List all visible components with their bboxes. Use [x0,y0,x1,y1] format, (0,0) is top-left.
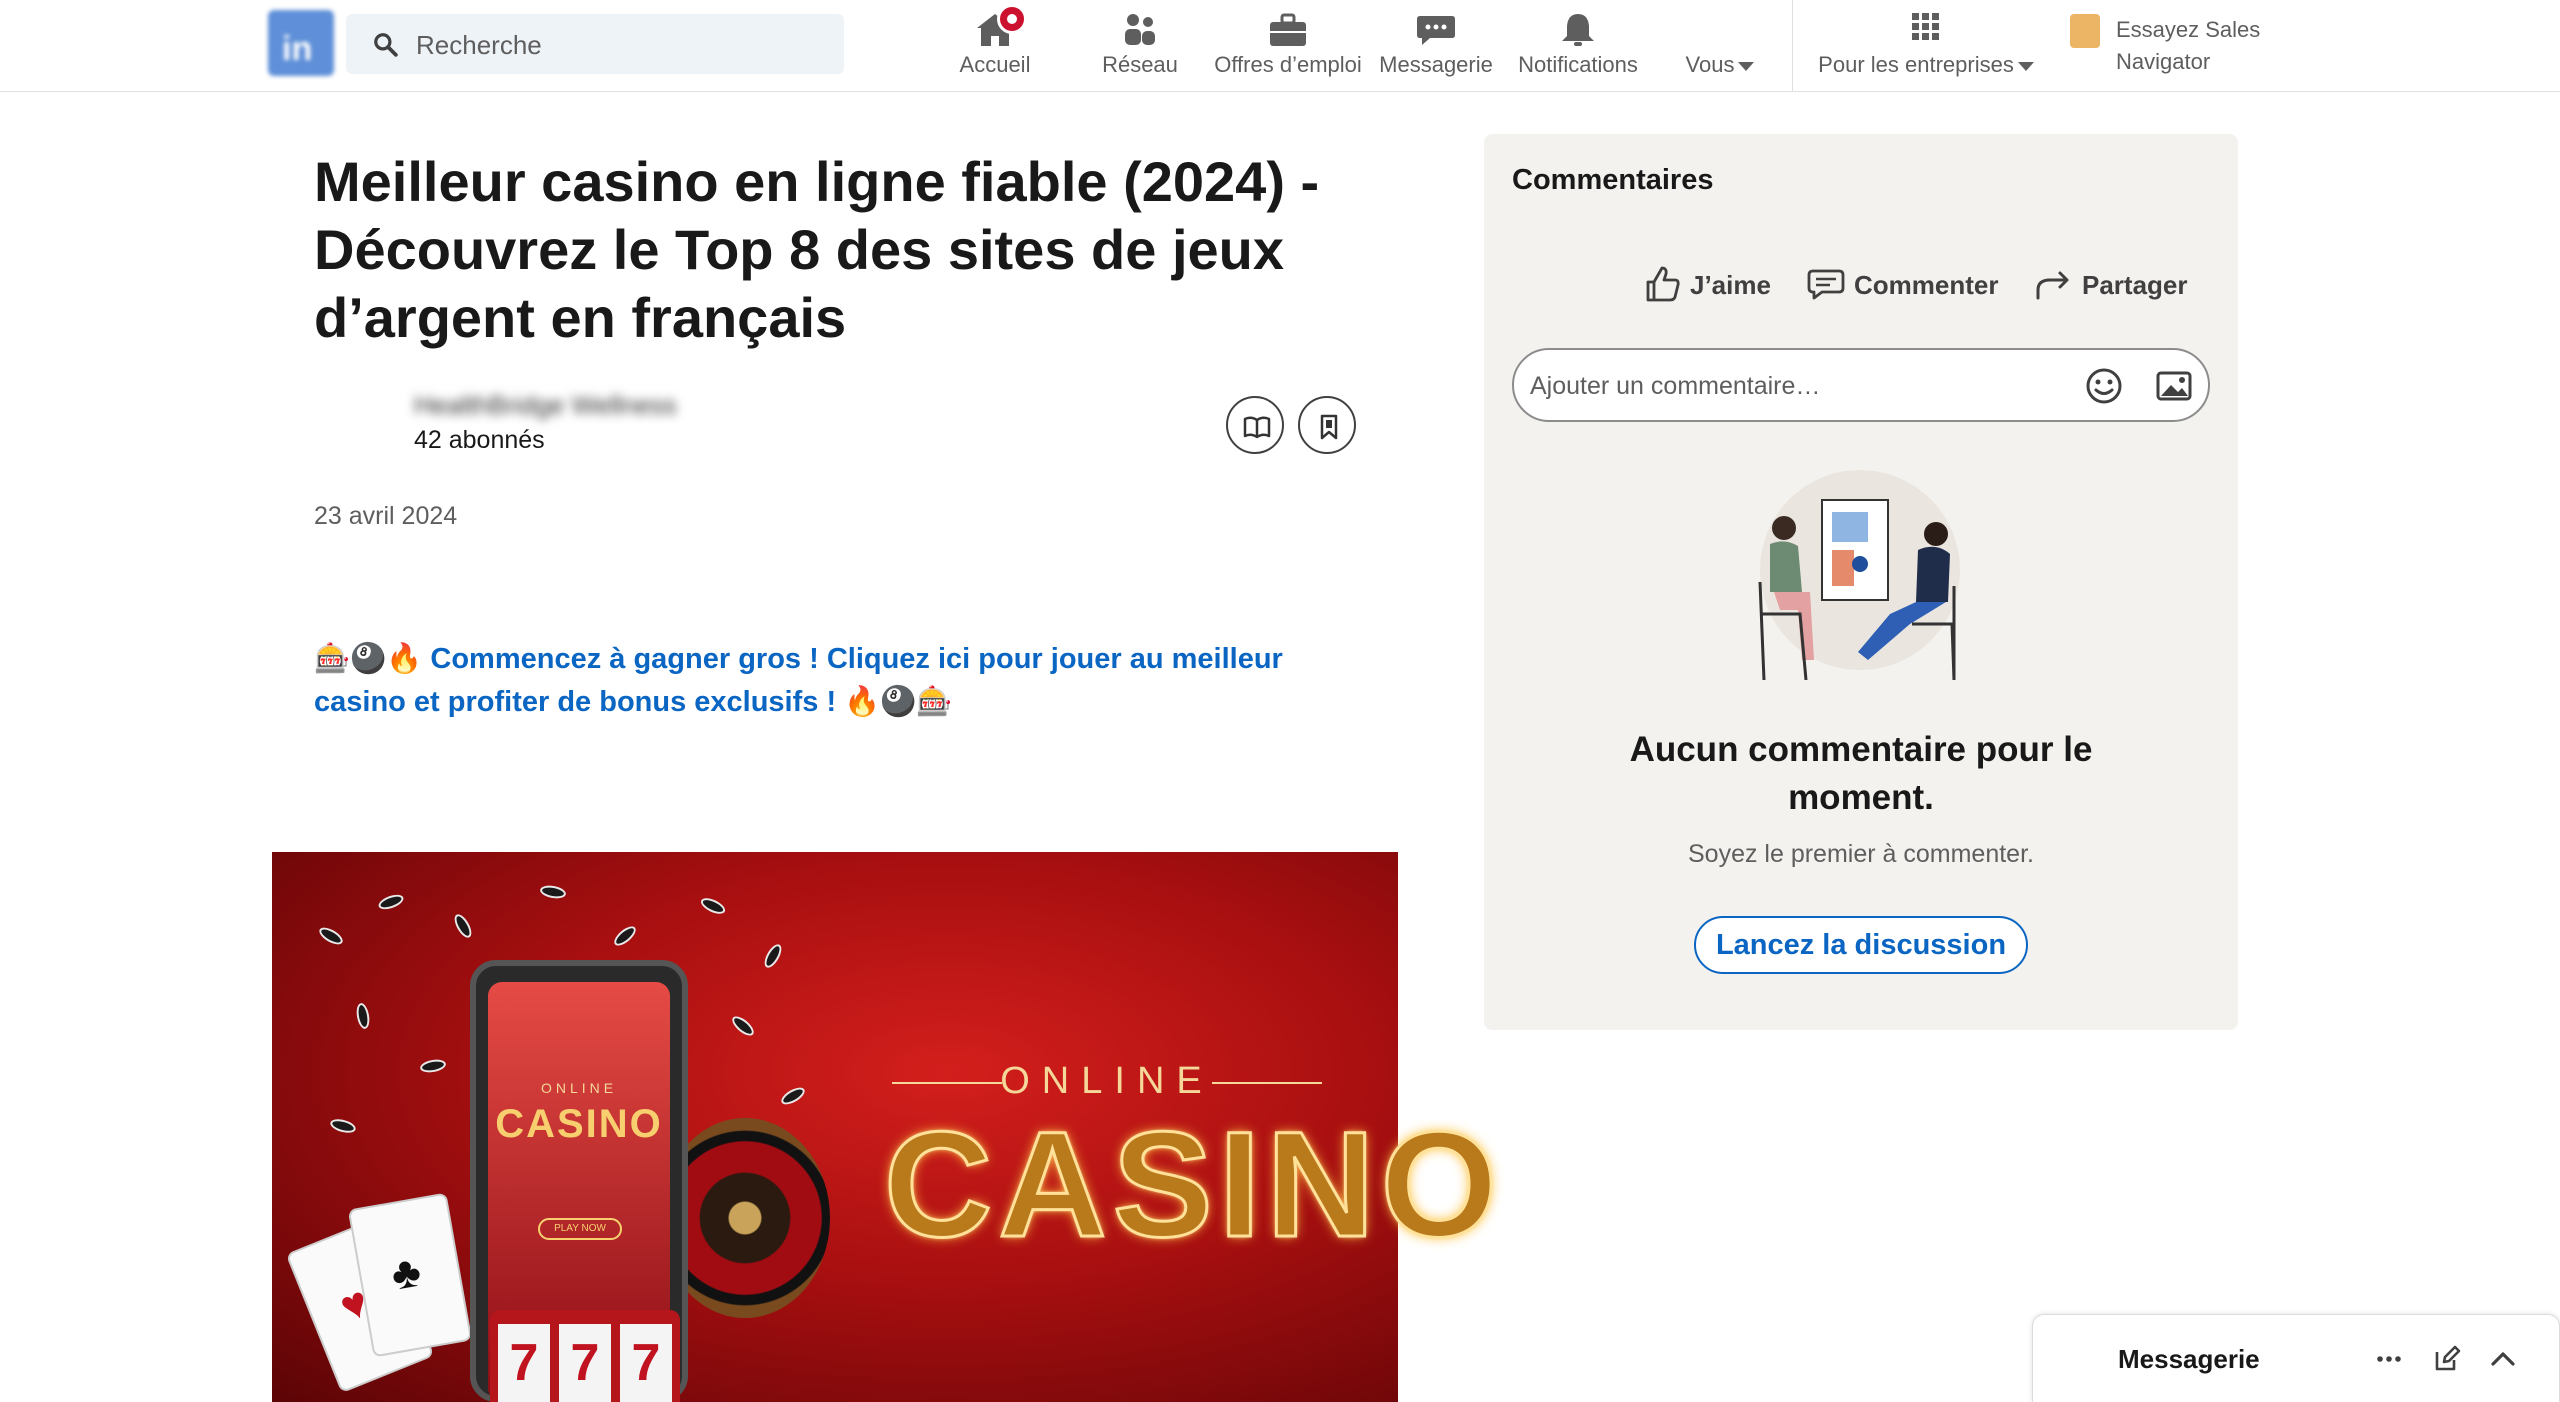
like-label: J’aime [1690,270,1771,300]
author-name[interactable]: HealthBridge Wellness [414,390,677,421]
chat-icon [1417,16,1455,45]
author-followers: 42 abonnés [414,426,545,454]
phone-online-text: ONLINE [540,1080,618,1096]
messaging-dock[interactable] [2032,1314,2560,1402]
nav-me[interactable]: Vous [1672,0,1768,92]
search-bar[interactable]: Recherche [346,14,844,74]
comment-button[interactable]: Commenter [1806,262,2006,306]
phone-play-text: PLAY NOW [538,1218,622,1240]
nav-network[interactable]: Réseau [1090,0,1190,92]
reader-mode-button[interactable] [1226,396,1284,454]
compose-icon[interactable] [2432,1344,2462,1374]
nav-me-label: Vous [1672,52,1768,78]
search-icon [374,33,398,57]
nav-jobs-label: Offres d’emploi [1214,52,1362,77]
bookmark-icon [1320,414,1338,440]
share-button[interactable]: Partager [2034,262,2194,306]
share-icon [2036,271,2069,300]
nav-jobs[interactable]: Offres d’emploi [1208,0,1368,92]
thumbs-up-icon [1646,266,1680,302]
more-icon[interactable] [2374,1344,2404,1374]
caret-down-icon [2017,61,2034,71]
like-button[interactable]: J’aime [1642,262,1772,306]
bell-icon [1562,14,1594,46]
start-discussion-button[interactable]: Lancez la discussion [1694,916,2028,974]
comment-input[interactable] [1530,366,2050,406]
promo-emoji-end: 🔥🎱🎰 [844,686,953,718]
top-nav: in Recherche Accueil Réseau Offres d’emp… [0,0,2560,92]
chevron-up-icon[interactable] [2488,1344,2518,1374]
emoji-icon[interactable] [2084,366,2124,406]
empty-state-title: Aucun commentaire pour le moment. [1629,730,2093,817]
slot-machine: 7 7 7 [490,1310,680,1402]
people-icon [1125,14,1155,45]
messaging-label[interactable]: Messagerie [2118,1344,2260,1375]
comment-label: Commenter [1854,270,1999,300]
nav-notifications[interactable]: Notifications [1510,0,1646,92]
nav-messaging-label: Messagerie [1379,52,1493,77]
article-date: 23 avril 2024 [314,502,458,530]
slot-reel: 7 [559,1324,611,1402]
nav-network-label: Réseau [1102,52,1178,77]
save-button[interactable] [1298,396,1356,454]
nav-home-label: Accueil [959,52,1031,77]
promo-text[interactable]: Commencez à gagner gros ! Cliquez ici po… [314,643,1283,718]
briefcase-icon [1270,13,1306,46]
book-icon [1243,416,1271,439]
share-label: Partager [2082,270,2188,300]
comments-title: Commentaires [1512,164,1714,196]
image-icon[interactable] [2154,366,2194,406]
caret-down-icon [1738,61,1755,71]
comment-box[interactable] [1512,348,2210,422]
comment-icon [1807,269,1845,300]
empty-comments-illustration [1758,470,1960,681]
nav-business[interactable]: Pour les entreprises [1808,0,2044,92]
nav-business-label: Pour les entreprises [1808,52,2044,78]
notification-badge [996,4,1027,34]
hero-casino-text: CASINO [883,1100,1504,1268]
nav-messaging[interactable]: Messagerie [1378,0,1494,92]
slot-reel: 7 [498,1324,550,1402]
empty-state-subtitle: Soyez le premier à commenter. [1688,840,2034,868]
nav-notifications-label: Notifications [1518,52,1638,77]
nav-divider [1792,0,1793,92]
article-title: Meilleur casino en ligne fiable (2024) -… [314,150,1320,349]
promo-emoji-start: 🎰🎱🔥 [314,643,423,675]
search-input[interactable]: Recherche [416,30,542,61]
phone-casino-text: CASINO [495,1102,663,1146]
promo-link[interactable]: 🎰🎱🔥 Commencez à gagner gros ! Cliquez ic… [314,638,1354,724]
sales-navigator-link[interactable]: Essayez Sales Navigator [2116,14,2296,78]
grid-icon [1912,13,1939,40]
hero-online-text: ONLINE [892,1060,1322,1103]
nav-home[interactable]: Accueil [950,0,1040,92]
slot-reel: 7 [620,1324,672,1402]
sales-navigator-icon[interactable] [2070,14,2100,48]
linkedin-logo[interactable]: in [268,10,334,76]
